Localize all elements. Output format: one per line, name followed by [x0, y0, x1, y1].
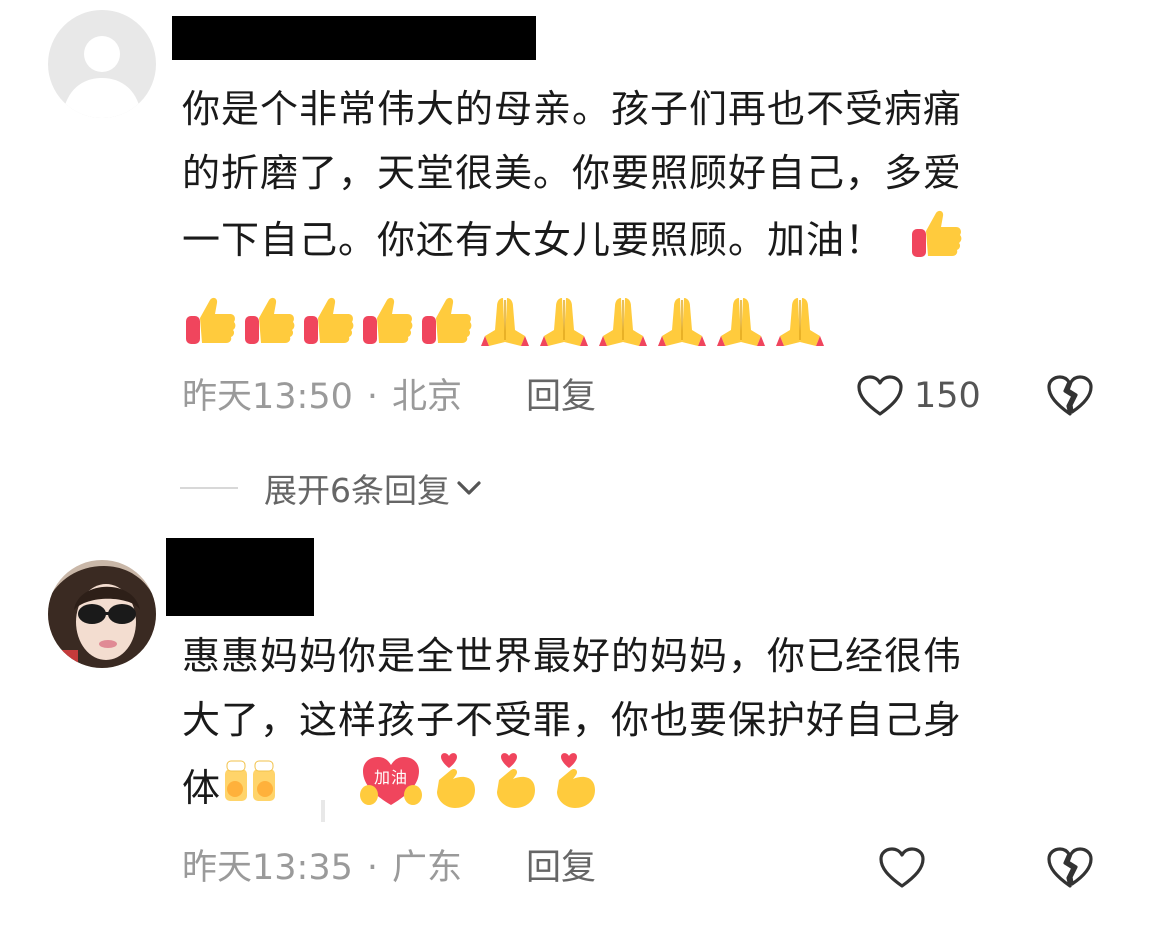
default-avatar-icon [48, 10, 156, 118]
pray-icon [595, 292, 651, 352]
comment-line: 大了，这样孩子不受罪，你也要保护好自己身 [182, 698, 963, 742]
location: 广东 [392, 848, 463, 888]
faded-emoji-placeholder [315, 781, 335, 822]
finger-heart-icon [549, 752, 605, 829]
dislike-button[interactable] [1046, 374, 1094, 422]
jiayou-sticker-text: 加油 [374, 768, 408, 787]
meta-separator: · [366, 848, 379, 888]
thumbs-up-icon [359, 292, 415, 352]
meta-separator: · [366, 377, 379, 417]
like-button[interactable] [878, 846, 926, 890]
reply-button[interactable]: 回复 [526, 848, 596, 888]
comment-line: 的折磨了，天堂很美。你要照顾好自己，多爱 [182, 151, 963, 195]
cheers-icon [221, 755, 281, 826]
pray-icon [536, 292, 592, 352]
heart-icon [857, 375, 903, 416]
emoji-row [182, 292, 828, 352]
thumbs-up-icon [300, 292, 356, 352]
username-redacted[interactable] [172, 16, 536, 60]
thumbs-up-icon [418, 292, 474, 352]
comment-text: 你是个非常伟大的母亲。孩子们再也不受病痛 的折磨了，天堂很美。你要照顾好自己，多… [182, 77, 1102, 280]
dislike-button[interactable] [1046, 846, 1094, 894]
pray-icon [713, 292, 769, 352]
thumbs-up-icon [241, 292, 297, 352]
heart-icon [879, 847, 925, 888]
comment-line-with-emoji: 一下自己。你还有大女儿要照顾。加油！ [182, 205, 1102, 280]
timestamp: 昨天13:50 [182, 377, 353, 417]
comment-text: 惠惠妈妈你是全世界最好的妈妈，你已经很伟 大了，这样孩子不受罪，你也要保护好自己… [182, 624, 1102, 829]
comment-line: 惠惠妈妈你是全世界最好的妈妈，你已经很伟 [182, 634, 963, 678]
expand-replies-label: 展开6条回复 [264, 471, 450, 510]
comment-item: 惠惠妈妈你是全世界最好的妈妈，你已经很伟 大了，这样孩子不受罪，你也要保护好自己… [0, 530, 1152, 933]
username-redacted[interactable] [166, 538, 314, 616]
avatar[interactable] [48, 560, 156, 668]
thumbs-up-icon [182, 292, 238, 352]
like-button[interactable]: 150 [856, 374, 981, 418]
broken-heart-icon [1047, 847, 1093, 888]
like-count: 150 [914, 376, 981, 416]
comment-line: 你是个非常伟大的母亲。孩子们再也不受病痛 [182, 87, 963, 131]
reply-button[interactable]: 回复 [526, 377, 596, 417]
expand-replies-button[interactable]: 展开6条回复 [180, 464, 484, 512]
broken-heart-icon [1047, 375, 1093, 416]
location: 北京 [392, 377, 463, 417]
divider-line [180, 487, 238, 489]
comment-line-text: 一下自己。你还有大女儿要照顾。加油！ [182, 218, 885, 262]
comment-meta: 昨天13:35 · 广东 [182, 848, 462, 888]
pray-icon [477, 292, 533, 352]
chevron-down-icon [457, 481, 481, 495]
hug-jiayou-icon: 加油 [359, 753, 423, 828]
pray-icon [654, 292, 710, 352]
timestamp: 昨天13:35 [182, 848, 353, 888]
finger-heart-icon [429, 752, 485, 829]
thumbs-up-icon [908, 205, 964, 280]
comment-meta: 昨天13:50 · 北京 [182, 377, 462, 417]
avatar[interactable] [48, 10, 156, 118]
user-photo-avatar [48, 560, 156, 668]
comment-line-with-emoji: 体 加油 [182, 752, 1102, 829]
comment-item: 你是个非常伟大的母亲。孩子们再也不受病痛 的折磨了，天堂很美。你要照顾好自己，多… [0, 0, 1152, 530]
pray-icon [772, 292, 828, 352]
finger-heart-icon [489, 752, 545, 829]
comment-line-text: 体 [182, 766, 222, 810]
